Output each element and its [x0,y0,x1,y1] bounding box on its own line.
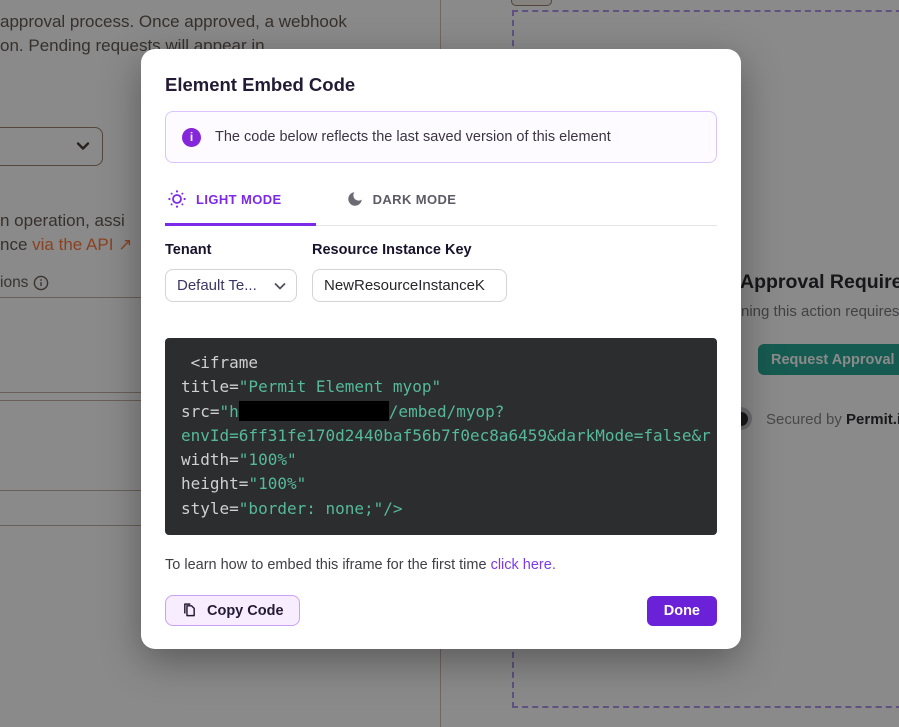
embed-help-text: To learn how to embed this iframe for th… [165,555,717,575]
chevron-down-icon [272,278,288,294]
info-banner-text: The code below reflects the last saved v… [215,129,611,145]
tab-light-mode-label: LIGHT MODE [196,192,282,207]
resource-instance-key-input[interactable] [312,269,507,302]
done-button[interactable]: Done [647,596,717,626]
click-here-link[interactable]: click here. [491,557,556,573]
modal-title: Element Embed Code [165,73,717,97]
moon-icon [346,190,364,208]
tab-light-mode[interactable]: LIGHT MODE [165,183,316,226]
tenant-field-group: Tenant Default Te... [165,242,297,302]
copy-icon [181,602,198,619]
tab-dark-mode[interactable]: DARK MODE [344,183,465,226]
copy-code-button[interactable]: Copy Code [165,595,300,626]
info-banner: i The code below reflects the last saved… [165,111,717,163]
sun-icon [167,189,187,209]
modal-actions: Copy Code Done [165,595,717,626]
copy-code-label: Copy Code [207,603,284,619]
code-line-iframe: <iframe [181,353,258,372]
redacted-url-block [239,401,389,421]
embed-options-row: Tenant Default Te... Resource Instance K… [165,242,717,302]
element-embed-code-modal: Element Embed Code i The code below refl… [141,49,741,649]
tenant-label: Tenant [165,242,297,262]
embed-code-block: <iframe title="Permit Element myop" src=… [165,338,717,535]
info-icon: i [182,128,201,147]
mode-tabs: LIGHT MODE DARK MODE [165,183,717,226]
resource-instance-key-label: Resource Instance Key [312,242,507,262]
tenant-select-value: Default Te... [177,277,266,294]
tenant-select[interactable]: Default Te... [165,269,297,302]
resource-instance-field-group: Resource Instance Key [312,242,507,302]
tab-dark-mode-label: DARK MODE [373,192,457,207]
